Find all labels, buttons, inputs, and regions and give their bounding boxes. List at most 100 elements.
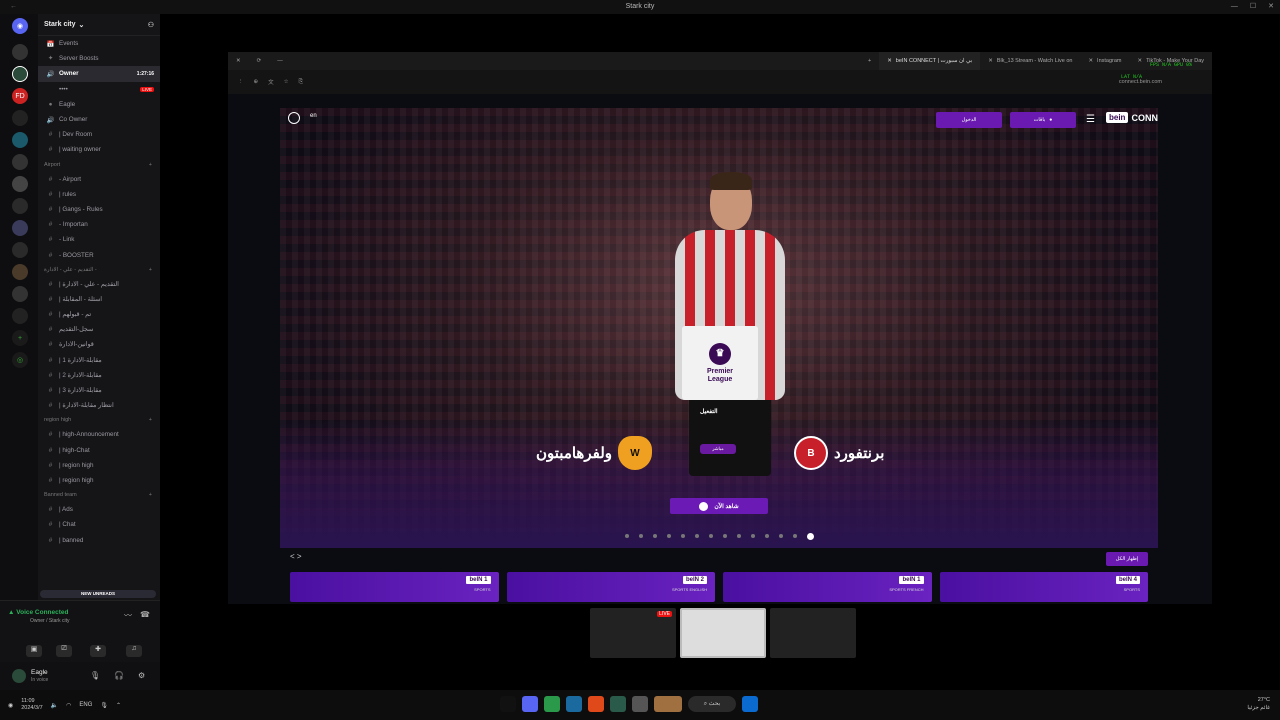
channel-item[interactable]: ✦ Server Boosts <box>38 51 160 66</box>
stream-thumbnail[interactable] <box>680 608 766 658</box>
server-icon[interactable] <box>12 132 28 148</box>
close-tab-icon[interactable]: ✕ <box>1088 58 1093 64</box>
language-indicator[interactable]: ENG <box>79 702 92 708</box>
windows-start-icon[interactable] <box>742 696 758 712</box>
packages-button[interactable]: باقات ● <box>1010 112 1076 128</box>
disconnect-icon[interactable]: ☎ <box>140 610 150 619</box>
server-icon[interactable] <box>12 242 28 258</box>
add-channel-icon[interactable]: + <box>149 417 152 423</box>
channel-category[interactable]: التقديم - علي - الادارة - + <box>38 263 160 277</box>
slide-dot[interactable] <box>652 534 657 538</box>
channel-item[interactable]: # | اسئلة - المقابلة <box>38 292 160 307</box>
channel-item[interactable]: # قوانين-الادارة <box>38 337 160 352</box>
new-tab-icon[interactable]: + <box>860 58 879 64</box>
soundboard-icon[interactable]: ♫ <box>126 645 142 657</box>
channel-item[interactable]: # | التقديم - علي - الادارة <box>38 277 160 292</box>
channel-item[interactable]: 🔊 Co Owner <box>38 112 160 127</box>
minus-icon[interactable]: — <box>269 58 291 64</box>
channel-item[interactable]: # | Ads <box>38 502 160 517</box>
browser-tab[interactable]: ✕ Blk_13 Stream - Watch Live on <box>980 52 1080 70</box>
slide-dot[interactable] <box>694 534 699 538</box>
server-icon[interactable] <box>12 264 28 280</box>
login-button[interactable]: الدخول <box>936 112 1002 128</box>
channel-item[interactable]: # - Importan <box>38 217 160 232</box>
slide-dot[interactable] <box>624 534 629 538</box>
close-window-icon[interactable]: ✕ <box>228 58 249 64</box>
channel-item[interactable]: # | Chat <box>38 517 160 532</box>
server-icon[interactable] <box>12 44 28 60</box>
screenshot-icon[interactable]: ⎘ <box>299 79 303 86</box>
slide-dot[interactable] <box>680 534 685 538</box>
slide-dot[interactable] <box>764 534 769 538</box>
channel-item[interactable]: # | region high <box>38 473 160 488</box>
channel-item[interactable]: # | مقابلة-الادارة 3 <box>38 383 160 398</box>
file-explorer-icon[interactable] <box>632 696 648 712</box>
app-icon[interactable] <box>610 696 626 712</box>
discord-icon[interactable] <box>522 696 538 712</box>
close-tab-icon[interactable]: ✕ <box>887 58 892 64</box>
network-icon[interactable]: ◉ <box>8 702 13 709</box>
activities-icon[interactable]: ✚ <box>90 645 106 657</box>
server-icon[interactable] <box>12 308 28 324</box>
channel-item[interactable]: •••• LIVE <box>38 82 160 97</box>
slide-dot[interactable] <box>638 534 643 538</box>
channel-item[interactable]: # | مقابلة-الادارة 2 <box>38 368 160 383</box>
channel-item[interactable]: # | high-Chat <box>38 443 160 458</box>
headphones-icon[interactable]: 🎧 <box>114 671 124 680</box>
add-member-icon[interactable]: ⚇ <box>148 21 154 29</box>
mic-icon[interactable]: 🎙 <box>90 671 100 680</box>
discord-home-icon[interactable]: ◉ <box>12 18 28 34</box>
channel-item[interactable]: 🔊 Owner 1:27:16 <box>38 66 160 82</box>
mic-tray-icon[interactable]: 🎙 <box>100 702 108 709</box>
browser-tab[interactable]: ✕ beIN CONNECT | بي ان سبورت <box>879 52 981 70</box>
channel-item[interactable]: ● Eagle <box>38 97 160 112</box>
hero-banner[interactable]: ♛ Premier League التفعيل ولفرهامبتون W م… <box>280 108 1158 548</box>
slide-dot[interactable] <box>792 534 797 538</box>
slide-dot[interactable] <box>778 534 783 538</box>
steam-icon[interactable] <box>566 696 582 712</box>
refresh-icon[interactable]: ⟳ <box>249 58 270 64</box>
camera-icon[interactable]: ▣ <box>26 645 42 657</box>
brave-icon[interactable] <box>588 696 604 712</box>
carousel-arrows[interactable]: < > <box>290 552 302 561</box>
stream-thumbnail[interactable] <box>770 608 856 658</box>
channel-item[interactable]: # | waiting owner <box>38 142 160 157</box>
add-server-icon[interactable]: + <box>12 330 28 346</box>
see-all-button[interactable]: إظهار الكل <box>1106 552 1148 566</box>
server-icon[interactable] <box>12 220 28 236</box>
channel-item[interactable]: # - Airport <box>38 172 160 187</box>
account-icon[interactable] <box>288 112 300 124</box>
bookmark-star-icon[interactable]: ☆ <box>284 79 289 85</box>
avatar[interactable] <box>12 669 26 683</box>
channel-item[interactable]: # | banned <box>38 532 160 547</box>
server-icon[interactable] <box>12 154 28 170</box>
channel-item[interactable]: # | high-Announcement <box>38 427 160 442</box>
server-icon[interactable] <box>12 198 28 214</box>
add-channel-icon[interactable]: + <box>149 492 152 498</box>
channel-card[interactable]: beIN 1 SPORTS <box>290 572 499 602</box>
channel-category[interactable]: Banned team + <box>38 488 160 502</box>
extensions-icon[interactable]: ⊕ <box>254 79 259 85</box>
channel-item[interactable]: # | تم - قبولهم <box>38 307 160 322</box>
minimize-icon[interactable]: — <box>1231 0 1238 14</box>
screen-share-icon[interactable]: ⎚ <box>56 645 72 657</box>
app-icon[interactable] <box>654 696 682 712</box>
maximize-icon[interactable]: ☐ <box>1250 0 1256 14</box>
channel-item[interactable]: # سجل-التقديم <box>38 322 160 337</box>
server-icon[interactable]: FD <box>12 88 28 104</box>
add-channel-icon[interactable]: + <box>149 162 152 168</box>
server-icon[interactable] <box>12 66 28 82</box>
server-icon[interactable] <box>12 176 28 192</box>
channel-item[interactable]: # - Link <box>38 232 160 247</box>
slide-dot[interactable] <box>750 534 755 538</box>
channel-item[interactable]: # - BOOSTER <box>38 247 160 262</box>
channel-item[interactable]: # | rules <box>38 187 160 202</box>
guild-header[interactable]: Stark city ⌄ ⚇ <box>38 14 160 36</box>
channel-item[interactable]: # | Dev Room <box>38 127 160 142</box>
channel-item[interactable]: 📅 Events <box>38 36 160 51</box>
add-channel-icon[interactable]: + <box>149 267 152 273</box>
explore-icon[interactable]: ◎ <box>12 352 28 368</box>
channel-category[interactable]: region high + <box>38 413 160 427</box>
channel-item[interactable]: # | انتظار مقابلة-الادارة <box>38 398 160 413</box>
signal-icon[interactable]: ▲ Voice Connected <box>8 609 69 616</box>
